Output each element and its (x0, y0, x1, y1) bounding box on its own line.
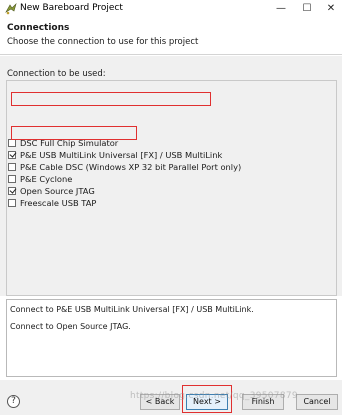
checkbox[interactable] (8, 162, 16, 171)
wizard-app-icon (5, 3, 17, 15)
maximize-button[interactable]: ☐ (296, 1, 318, 16)
connection-item[interactable]: P&E Cyclone (8, 173, 72, 184)
cancel-button[interactable]: Cancel (296, 394, 338, 410)
connection-item[interactable]: Open Source JTAG (8, 185, 95, 196)
connection-item-label: Open Source JTAG (20, 185, 95, 196)
highlight-box (11, 126, 137, 140)
watermark: https://blog.csdn.net/qq_39507879 (130, 391, 298, 401)
title-bar: New Bareboard Project — ☐ ✕ (0, 0, 342, 18)
connection-item-label: P&E USB MultiLink Universal [FX] / USB M… (20, 149, 223, 160)
checkbox[interactable] (8, 150, 16, 159)
checkbox[interactable] (8, 186, 16, 195)
checkbox[interactable] (8, 198, 16, 207)
page-title: Connections (7, 23, 70, 33)
description-line: Connect to P&E USB MultiLink Universal [… (10, 305, 254, 314)
close-button[interactable]: ✕ (320, 1, 342, 16)
page-description: Choose the connection to use for this pr… (7, 37, 199, 47)
minimize-button[interactable]: — (270, 1, 292, 16)
connection-description-box: Connect to P&E USB MultiLink Universal [… (6, 299, 337, 377)
connection-item-label: Freescale USB TAP (20, 197, 97, 208)
connection-item-label: P&E Cable DSC (Windows XP 32 bit Paralle… (20, 161, 242, 172)
window-title: New Bareboard Project (20, 3, 123, 13)
description-line: Connect to Open Source JTAG. (10, 322, 131, 331)
connection-item-label: P&E Cyclone (20, 173, 73, 184)
highlight-box (11, 92, 211, 106)
wizard-header: Connections Choose the connection to use… (0, 18, 342, 55)
connection-item[interactable]: P&E USB MultiLink Universal [FX] / USB M… (8, 149, 222, 160)
connection-item[interactable]: Freescale USB TAP (8, 197, 96, 208)
help-icon[interactable]: ? (7, 395, 20, 408)
checkbox[interactable] (8, 174, 16, 183)
connection-item[interactable]: P&E Cable DSC (Windows XP 32 bit Paralle… (8, 161, 241, 172)
connection-list-label: Connection to be used: (7, 69, 106, 79)
